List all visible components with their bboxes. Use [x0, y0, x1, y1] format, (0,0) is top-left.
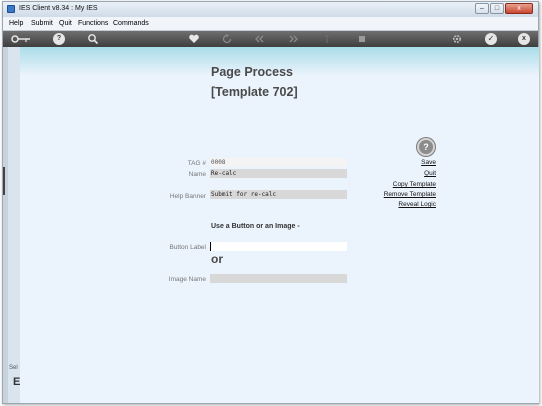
- help-icon[interactable]: ?: [53, 33, 65, 45]
- forward-double-icon[interactable]: [288, 33, 300, 45]
- reveal-logic-link[interactable]: Reveal Logic: [316, 201, 436, 208]
- image-name-label: Image Name: [168, 276, 206, 283]
- help-button[interactable]: ?: [417, 138, 435, 156]
- tag-label: TAG #: [187, 160, 206, 167]
- maximize-button[interactable]: □: [490, 3, 504, 14]
- quit-link[interactable]: Quit: [316, 170, 436, 177]
- button-label-field[interactable]: [210, 242, 347, 251]
- close-button[interactable]: x: [505, 3, 533, 14]
- menu-bar: Help Submit Quit Functions Commands: [3, 17, 538, 31]
- window-title: IES Client v8.34 : My IES: [19, 5, 98, 12]
- back-double-icon[interactable]: [253, 33, 265, 45]
- app-icon: [7, 5, 15, 13]
- check-icon[interactable]: ✓: [485, 33, 497, 45]
- refresh-icon[interactable]: [221, 33, 233, 45]
- section-heading: Use a Button or an Image -: [211, 223, 300, 230]
- title-bar: IES Client v8.34 : My IES – □ x: [3, 2, 538, 17]
- remove-template-link[interactable]: Remove Template: [316, 191, 436, 198]
- heart-icon[interactable]: [188, 33, 200, 45]
- or-separator: or: [211, 252, 223, 266]
- app-window: IES Client v8.34 : My IES – □ x Help Sub…: [2, 1, 539, 404]
- menu-functions[interactable]: Functions: [78, 20, 108, 27]
- name-label: Name: [188, 171, 206, 178]
- stop-icon[interactable]: [356, 33, 368, 45]
- search-icon[interactable]: [87, 33, 99, 45]
- save-link[interactable]: Save: [316, 159, 436, 166]
- left-panel-handle[interactable]: [3, 167, 5, 195]
- image-name-field[interactable]: [210, 274, 347, 283]
- menu-quit[interactable]: Quit: [59, 20, 72, 27]
- page-subtitle: [Template 702]: [211, 85, 298, 99]
- key-icon[interactable]: [11, 33, 31, 45]
- bookmark-icon[interactable]: [321, 33, 333, 45]
- left-panel-label: Sel: [9, 365, 18, 371]
- button-label-label: Button Label: [169, 244, 206, 251]
- help-banner-label: Help Banner: [169, 193, 206, 200]
- page-title: Page Process: [211, 65, 293, 79]
- copy-template-link[interactable]: Copy Template: [316, 181, 436, 188]
- close-icon[interactable]: x: [518, 33, 530, 45]
- content-area: Page Process [Template 702] TAG # 0008 N…: [20, 47, 539, 403]
- menu-help[interactable]: Help: [9, 20, 23, 27]
- menu-submit[interactable]: Submit: [31, 20, 53, 27]
- left-panel-strip: [3, 47, 8, 403]
- minimize-button[interactable]: –: [475, 3, 489, 14]
- toolbar: ? ✓ x: [3, 31, 538, 47]
- settings-icon[interactable]: [451, 33, 463, 45]
- menu-commands[interactable]: Commands: [113, 20, 149, 27]
